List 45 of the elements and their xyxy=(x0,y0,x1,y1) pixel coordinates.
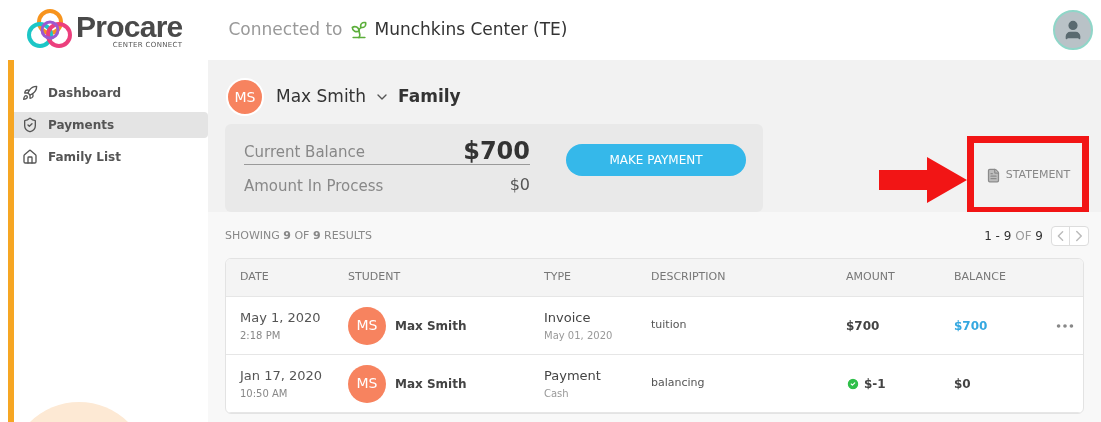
column-header: DATE xyxy=(240,269,270,286)
balance-text: $700 xyxy=(954,317,989,335)
description-text: tuition xyxy=(651,317,688,334)
connected-label: Connected to xyxy=(228,18,343,42)
student-name: Max Smith xyxy=(395,317,467,335)
column-header: DESCRIPTION xyxy=(651,269,727,286)
student-avatar: MS xyxy=(348,364,386,403)
family-avatar: MS xyxy=(226,78,264,116)
amount-in-process-label: Amount In Process xyxy=(244,175,384,197)
current-balance-value: $700 xyxy=(463,139,530,163)
date-text: Jan 17, 2020 xyxy=(240,367,324,386)
column-header: STUDENT xyxy=(348,269,402,286)
amount-text: $-1 xyxy=(864,375,886,393)
date-text: May 1, 2020 xyxy=(240,309,322,328)
document-icon xyxy=(985,167,1001,183)
sprout-icon xyxy=(348,20,369,40)
type-text: Payment xyxy=(544,367,602,386)
description-text: balancing xyxy=(651,375,706,392)
amount-in-process-value: $0 xyxy=(509,174,530,196)
shield-icon xyxy=(22,117,38,133)
amount-text: $700 xyxy=(846,317,880,335)
rocket-icon xyxy=(22,85,38,101)
family-label: Family xyxy=(398,85,461,109)
column-header: TYPE xyxy=(544,269,573,286)
student-name: Max Smith xyxy=(395,375,467,393)
brand-name: Procare xyxy=(76,11,183,42)
type-detail: Cash xyxy=(544,386,570,401)
center-name: Munchkins Center (TE) xyxy=(374,18,568,42)
current-balance-label: Current Balance xyxy=(244,141,365,163)
time-text: 10:50 AM xyxy=(240,386,289,401)
column-header: AMOUNT xyxy=(846,269,896,286)
student-avatar: MS xyxy=(348,306,386,345)
sidebar-item[interactable]: Family List xyxy=(14,144,208,170)
pagination-range: 1 - 9 OF 9 xyxy=(984,228,1043,245)
results-summary: SHOWING 9 OF 9 RESULTS xyxy=(225,227,373,244)
family-member-name[interactable]: Max Smith xyxy=(276,84,367,110)
sidebar-item[interactable]: Dashboard xyxy=(14,80,208,106)
column-header: BALANCE xyxy=(954,269,1007,286)
type-text: Invoice xyxy=(544,309,592,328)
balance-text: $0 xyxy=(954,375,972,393)
sidebar-item[interactable]: Payments xyxy=(14,112,208,138)
type-detail: May 01, 2020 xyxy=(544,328,614,343)
time-text: 2:18 PM xyxy=(240,328,282,343)
house-icon xyxy=(22,149,38,165)
user-avatar[interactable] xyxy=(1053,10,1093,50)
